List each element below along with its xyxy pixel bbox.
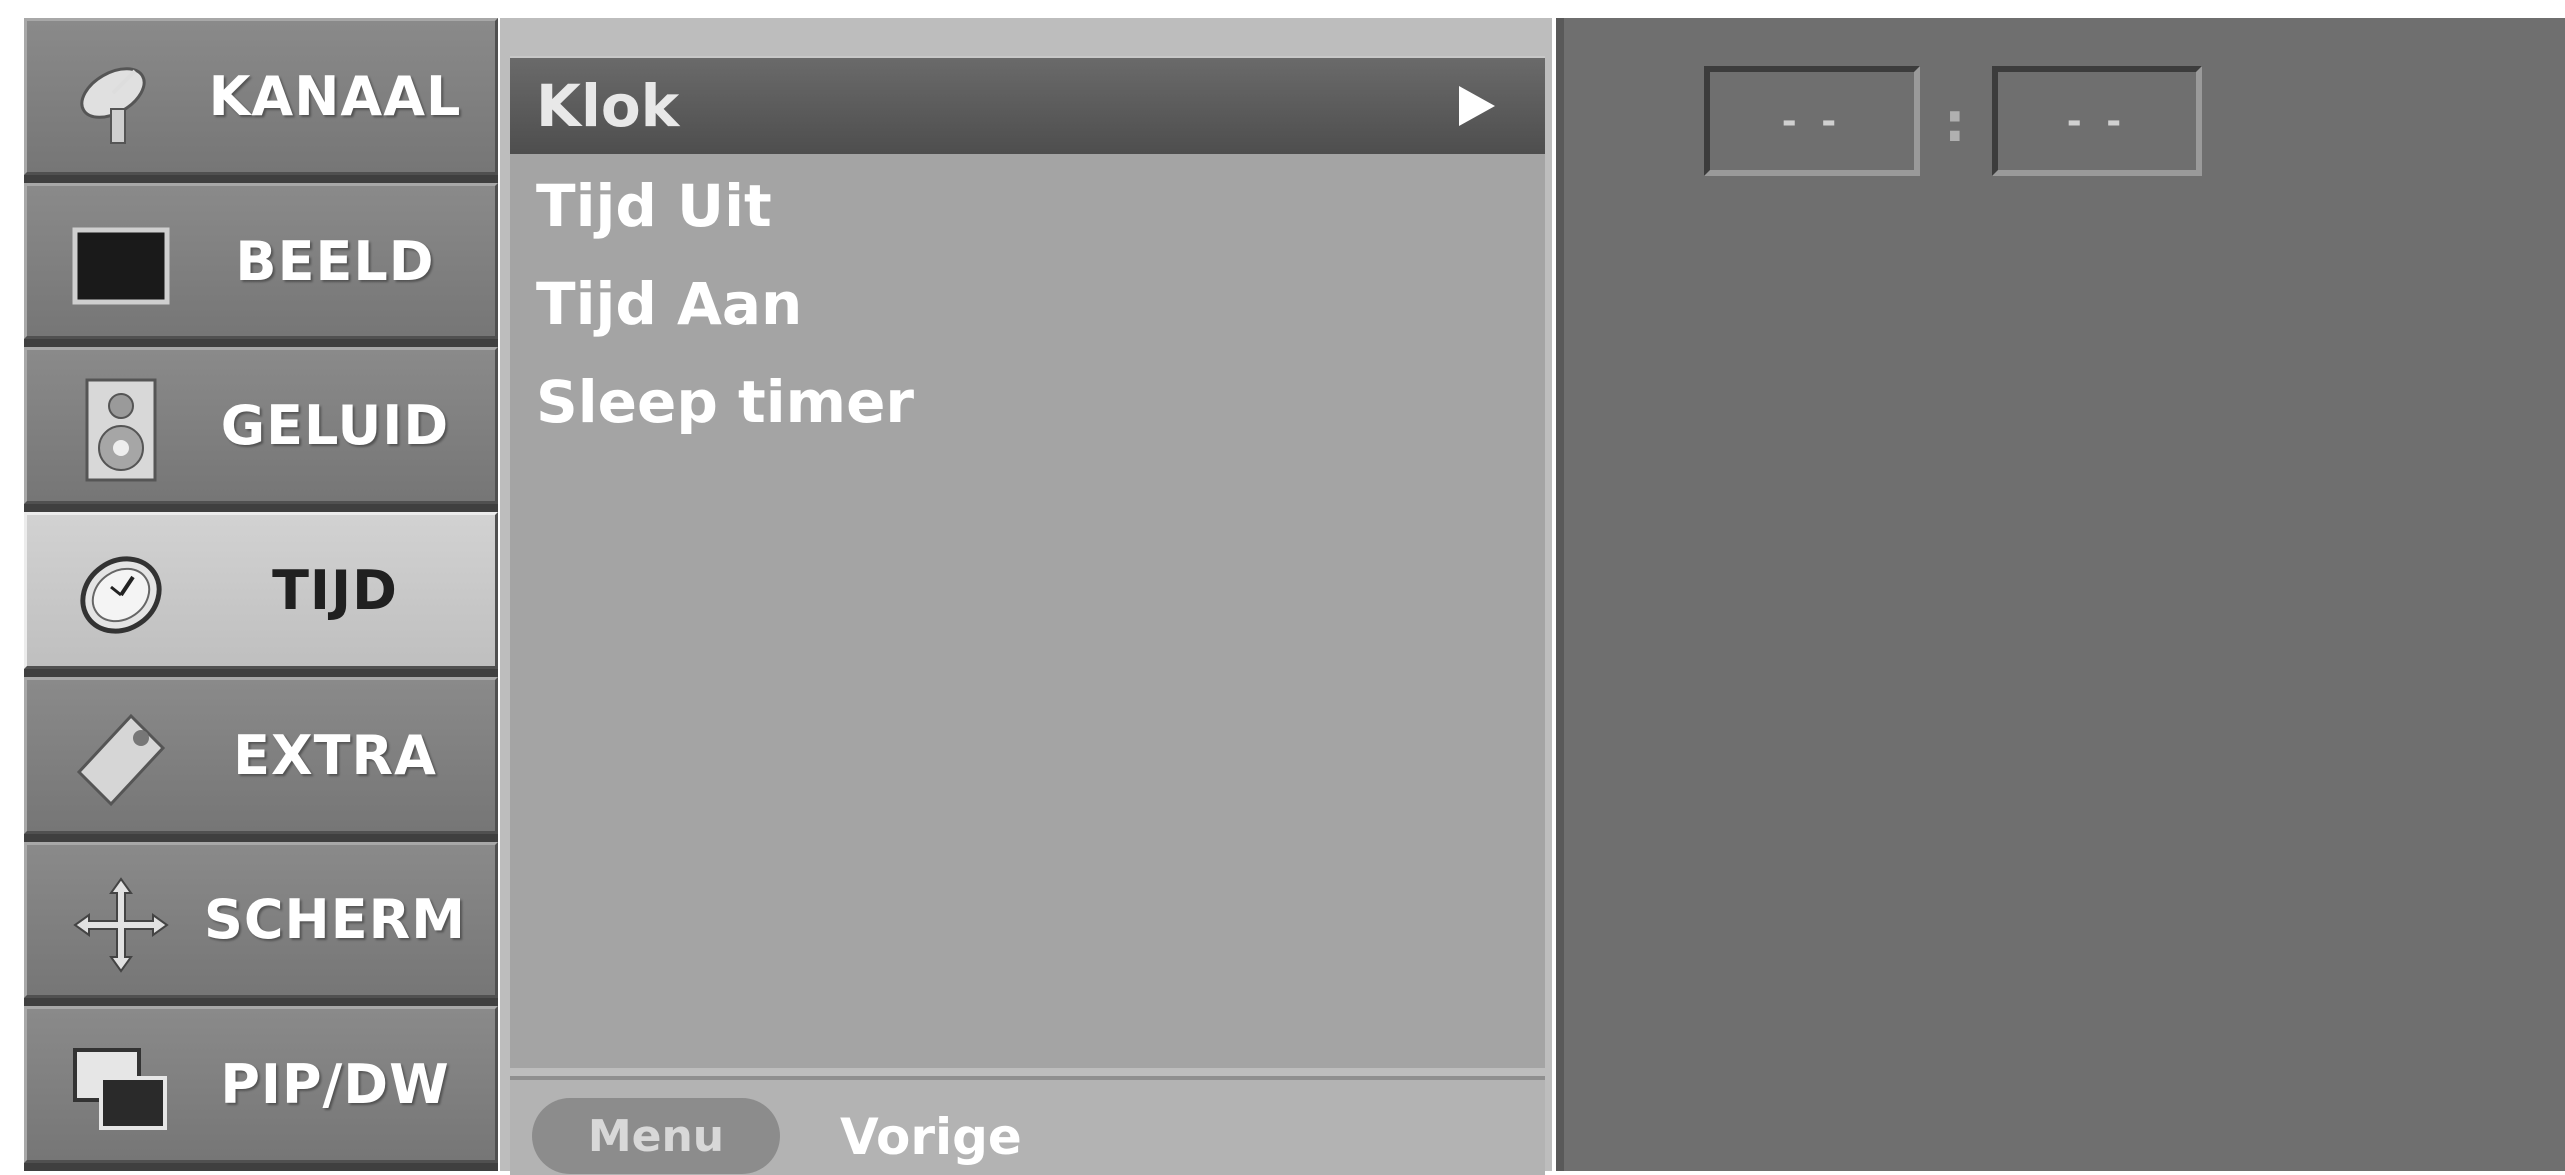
menu-key-button[interactable]: Menu <box>532 1098 780 1174</box>
menu-item-klok[interactable]: Klok <box>510 58 1545 154</box>
minutes-field[interactable]: - - <box>1992 66 2202 176</box>
sidebar-item-beeld[interactable]: BEELD <box>24 182 498 340</box>
sidebar-item-extra[interactable]: EXTRA <box>24 676 498 834</box>
sidebar-item-pip-dw[interactable]: PIP/DW <box>24 1006 498 1164</box>
menu-item-tijd-uit[interactable]: Tijd Uit <box>510 158 1545 254</box>
sidebar-item-label: PIP/DW <box>220 1053 450 1117</box>
back-label: Vorige <box>840 1108 1022 1166</box>
menu-item-label: Tijd Aan <box>536 270 803 338</box>
menu-item-tijd-aan[interactable]: Tijd Aan <box>510 256 1545 352</box>
hours-field[interactable]: - - <box>1704 66 1920 176</box>
menu-item-label: Sleep timer <box>536 368 915 436</box>
sidebar-item-scherm[interactable]: SCHERM <box>24 841 498 999</box>
sidebar-item-label: TIJD <box>272 559 398 623</box>
menu-item-label: Klok <box>536 72 680 140</box>
move-arrows-icon <box>67 873 175 977</box>
sidebar-item-label: KANAAL <box>208 64 462 128</box>
pip-windows-icon <box>67 1037 175 1141</box>
main-menu-sidebar: KANAAL BEELD GELUID TIJD EXTRA SCHERM PI… <box>24 18 498 1171</box>
sidebar-item-label: BEELD <box>235 229 435 293</box>
clock-icon <box>67 543 175 647</box>
satellite-dish-icon <box>67 49 175 153</box>
sidebar-item-kanaal[interactable]: KANAAL <box>24 18 498 175</box>
sidebar-item-label: EXTRA <box>233 723 437 787</box>
screen-icon <box>67 214 175 318</box>
submenu-panel: Klok Tijd Uit Tijd Aan Sleep timer Menu … <box>500 18 1552 1175</box>
menu-item-label: Tijd Uit <box>536 172 772 240</box>
arrow-right-icon <box>1459 86 1495 126</box>
sidebar-item-label: GELUID <box>220 394 450 458</box>
submenu-list: Klok Tijd Uit Tijd Aan Sleep timer <box>510 56 1545 1068</box>
sidebar-item-label: SCHERM <box>204 888 466 952</box>
tag-icon <box>67 708 175 812</box>
menu-item-sleep-timer[interactable]: Sleep timer <box>510 354 1545 450</box>
sidebar-item-tijd[interactable]: TIJD <box>24 512 498 669</box>
speaker-icon <box>67 378 175 482</box>
clock-setting-panel: - - : - - <box>1556 18 2565 1171</box>
sidebar-item-geluid[interactable]: GELUID <box>24 347 498 505</box>
time-separator: : <box>1944 90 1966 154</box>
menu-footer: Menu Vorige <box>510 1076 1545 1175</box>
